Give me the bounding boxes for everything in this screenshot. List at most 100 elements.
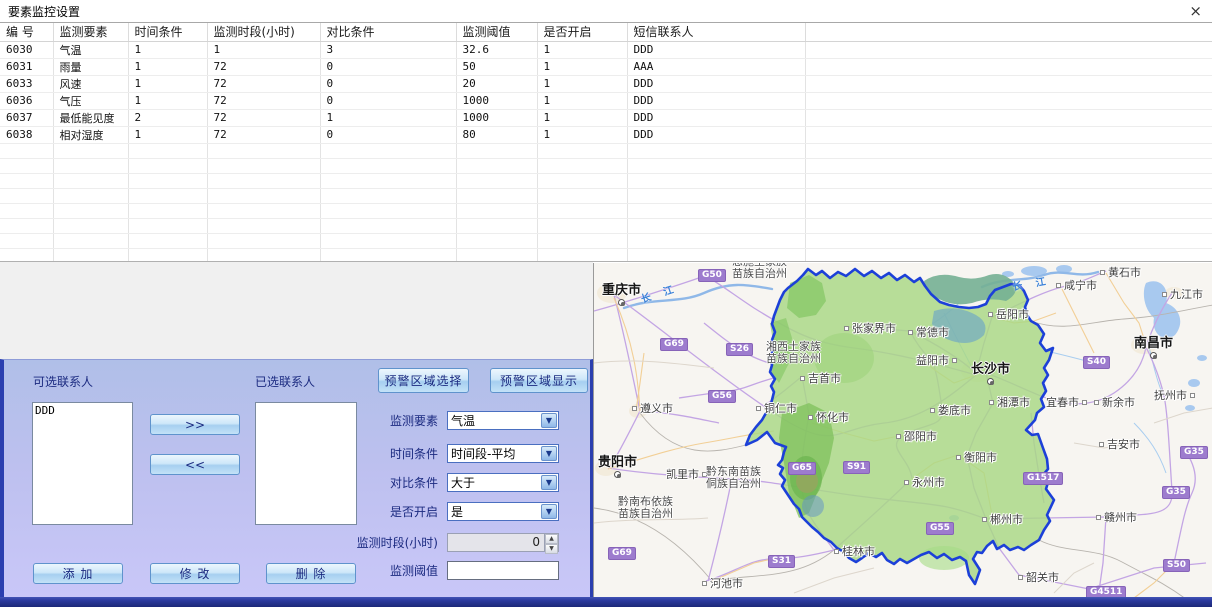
time-condition-value: 时间段-平均 bbox=[448, 445, 540, 462]
city-marker-icon bbox=[930, 408, 935, 413]
chevron-down-icon[interactable]: ▼ bbox=[541, 504, 557, 519]
cell: 6037 bbox=[0, 109, 53, 126]
column-header: 监测时段(小时) bbox=[207, 23, 320, 41]
city-label: 吉首市 bbox=[800, 373, 841, 385]
period-spinner[interactable]: 0 ▲ ▼ bbox=[447, 533, 559, 552]
cell: 1 bbox=[537, 41, 627, 58]
cell bbox=[53, 158, 128, 173]
modify-button[interactable]: 修 改 bbox=[150, 563, 240, 584]
settings-panel: 可选联系人 已选联系人 DDD >> << 预警区域选择 预警区域显示 监测要素… bbox=[0, 359, 593, 597]
table-row[interactable]: 6030气温11332.61DDD bbox=[0, 41, 1212, 58]
cell: 1 bbox=[128, 41, 207, 58]
time-condition-select[interactable]: 时间段-平均 ▼ bbox=[447, 444, 559, 463]
city-label: 益阳市 bbox=[916, 355, 957, 367]
cell bbox=[128, 158, 207, 173]
table-row[interactable]: 6038相对湿度1720801DDD bbox=[0, 126, 1212, 143]
column-header bbox=[805, 23, 1212, 41]
city-label: 铜仁市 bbox=[756, 403, 797, 415]
city-marker-icon bbox=[1018, 575, 1023, 580]
close-icon[interactable]: × bbox=[1189, 2, 1202, 20]
cell bbox=[627, 218, 805, 233]
table-row[interactable]: 6037最低能见度272110001DDD bbox=[0, 109, 1212, 126]
compare-condition-value: 大于 bbox=[448, 474, 540, 491]
compare-condition-select[interactable]: 大于 ▼ bbox=[447, 473, 559, 492]
spin-down-icon[interactable]: ▼ bbox=[545, 544, 558, 554]
cell bbox=[53, 188, 128, 203]
capital-city-label: 贵阳市 bbox=[598, 456, 637, 478]
monitor-table: 编 号监测要素时间条件监测时段(小时)对比条件监测阈值是否开启短信联系人 603… bbox=[0, 23, 1212, 262]
region-label: 湘西土家族苗族自治州 bbox=[766, 341, 821, 365]
warning-region-display-button[interactable]: 预警区域显示 bbox=[490, 368, 588, 393]
chevron-down-icon[interactable]: ▼ bbox=[541, 446, 557, 461]
cell bbox=[805, 233, 1212, 248]
city-marker-icon bbox=[1096, 515, 1101, 520]
element-monitor-window: 要素监控设置 × 编 号监测要素时间条件监测时段(小时)对比条件监测阈值是否开启… bbox=[0, 0, 1212, 607]
city-marker-icon bbox=[1100, 270, 1105, 275]
city-label: 黄石市 bbox=[1100, 267, 1141, 279]
city-marker-icon bbox=[1056, 283, 1061, 288]
city-marker-icon bbox=[904, 480, 909, 485]
add-button[interactable]: 添 加 bbox=[33, 563, 123, 584]
city-marker-icon bbox=[989, 400, 994, 405]
element-value: 气温 bbox=[448, 412, 540, 429]
city-label: 吉安市 bbox=[1099, 439, 1140, 451]
cell: 1 bbox=[128, 126, 207, 143]
enabled-select[interactable]: 是 ▼ bbox=[447, 502, 559, 521]
cell bbox=[53, 143, 128, 158]
cell bbox=[320, 173, 456, 188]
cell: 1 bbox=[128, 75, 207, 92]
warning-region-select-button[interactable]: 预警区域选择 bbox=[378, 368, 469, 393]
cell bbox=[53, 233, 128, 248]
compare-condition-label: 对比条件 bbox=[304, 474, 438, 491]
cell bbox=[0, 233, 53, 248]
city-label: 桂林市 bbox=[834, 546, 875, 558]
element-select[interactable]: 气温 ▼ bbox=[447, 411, 559, 430]
table-row[interactable]: 6031雨量1720501AAA bbox=[0, 58, 1212, 75]
capital-city-label: 南昌市 bbox=[1134, 337, 1173, 359]
page-title: 要素监控设置 bbox=[8, 3, 80, 20]
city-label: 常德市 bbox=[908, 327, 949, 339]
city-marker-icon bbox=[952, 358, 957, 363]
chevron-down-icon[interactable]: ▼ bbox=[541, 475, 557, 490]
delete-button[interactable]: 删 除 bbox=[266, 563, 356, 584]
cell bbox=[627, 143, 805, 158]
list-item[interactable]: DDD bbox=[35, 404, 132, 417]
move-left-button[interactable]: << bbox=[150, 454, 240, 475]
province-map[interactable]: 重庆市贵阳市长沙市南昌市遵义市凯里市河池市桂林市韶关市郴州市赣州市吉安市新余市宜… bbox=[593, 263, 1212, 599]
threshold-input[interactable] bbox=[447, 561, 559, 580]
road-badge: G35 bbox=[1180, 446, 1208, 459]
city-marker-icon bbox=[808, 415, 813, 420]
region-label: 黔南布依族苗族自治州 bbox=[618, 496, 673, 520]
cell: 0 bbox=[320, 75, 456, 92]
cell: 风速 bbox=[53, 75, 128, 92]
city-label: 河池市 bbox=[702, 578, 743, 590]
period-value: 0 bbox=[448, 535, 544, 549]
cell: 6030 bbox=[0, 41, 53, 58]
city-marker-icon bbox=[988, 312, 993, 317]
city-marker-icon bbox=[982, 517, 987, 522]
table-row[interactable]: 6033风速1720201DDD bbox=[0, 75, 1212, 92]
column-header: 时间条件 bbox=[128, 23, 207, 41]
city-label: 凯里市 bbox=[666, 469, 707, 481]
spin-up-icon[interactable]: ▲ bbox=[545, 534, 558, 544]
cell: 0 bbox=[320, 92, 456, 109]
road-badge: G55 bbox=[926, 522, 954, 535]
cell: 1000 bbox=[456, 92, 537, 109]
chevron-down-icon[interactable]: ▼ bbox=[541, 413, 557, 428]
cell bbox=[128, 218, 207, 233]
cell bbox=[537, 233, 627, 248]
move-right-button[interactable]: >> bbox=[150, 414, 240, 435]
cell: 80 bbox=[456, 126, 537, 143]
city-label: 抚州市 bbox=[1154, 390, 1195, 402]
city-label: 九江市 bbox=[1162, 289, 1203, 301]
element-label: 监测要素 bbox=[304, 412, 438, 429]
cell bbox=[805, 143, 1212, 158]
cell bbox=[128, 173, 207, 188]
cell bbox=[627, 173, 805, 188]
city-label: 韶关市 bbox=[1018, 572, 1059, 584]
available-contacts-listbox[interactable]: DDD bbox=[32, 402, 133, 525]
city-marker-icon bbox=[834, 549, 839, 554]
city-label: 娄底市 bbox=[930, 405, 971, 417]
table-row[interactable]: 6036气压172010001DDD bbox=[0, 92, 1212, 109]
cell bbox=[320, 143, 456, 158]
